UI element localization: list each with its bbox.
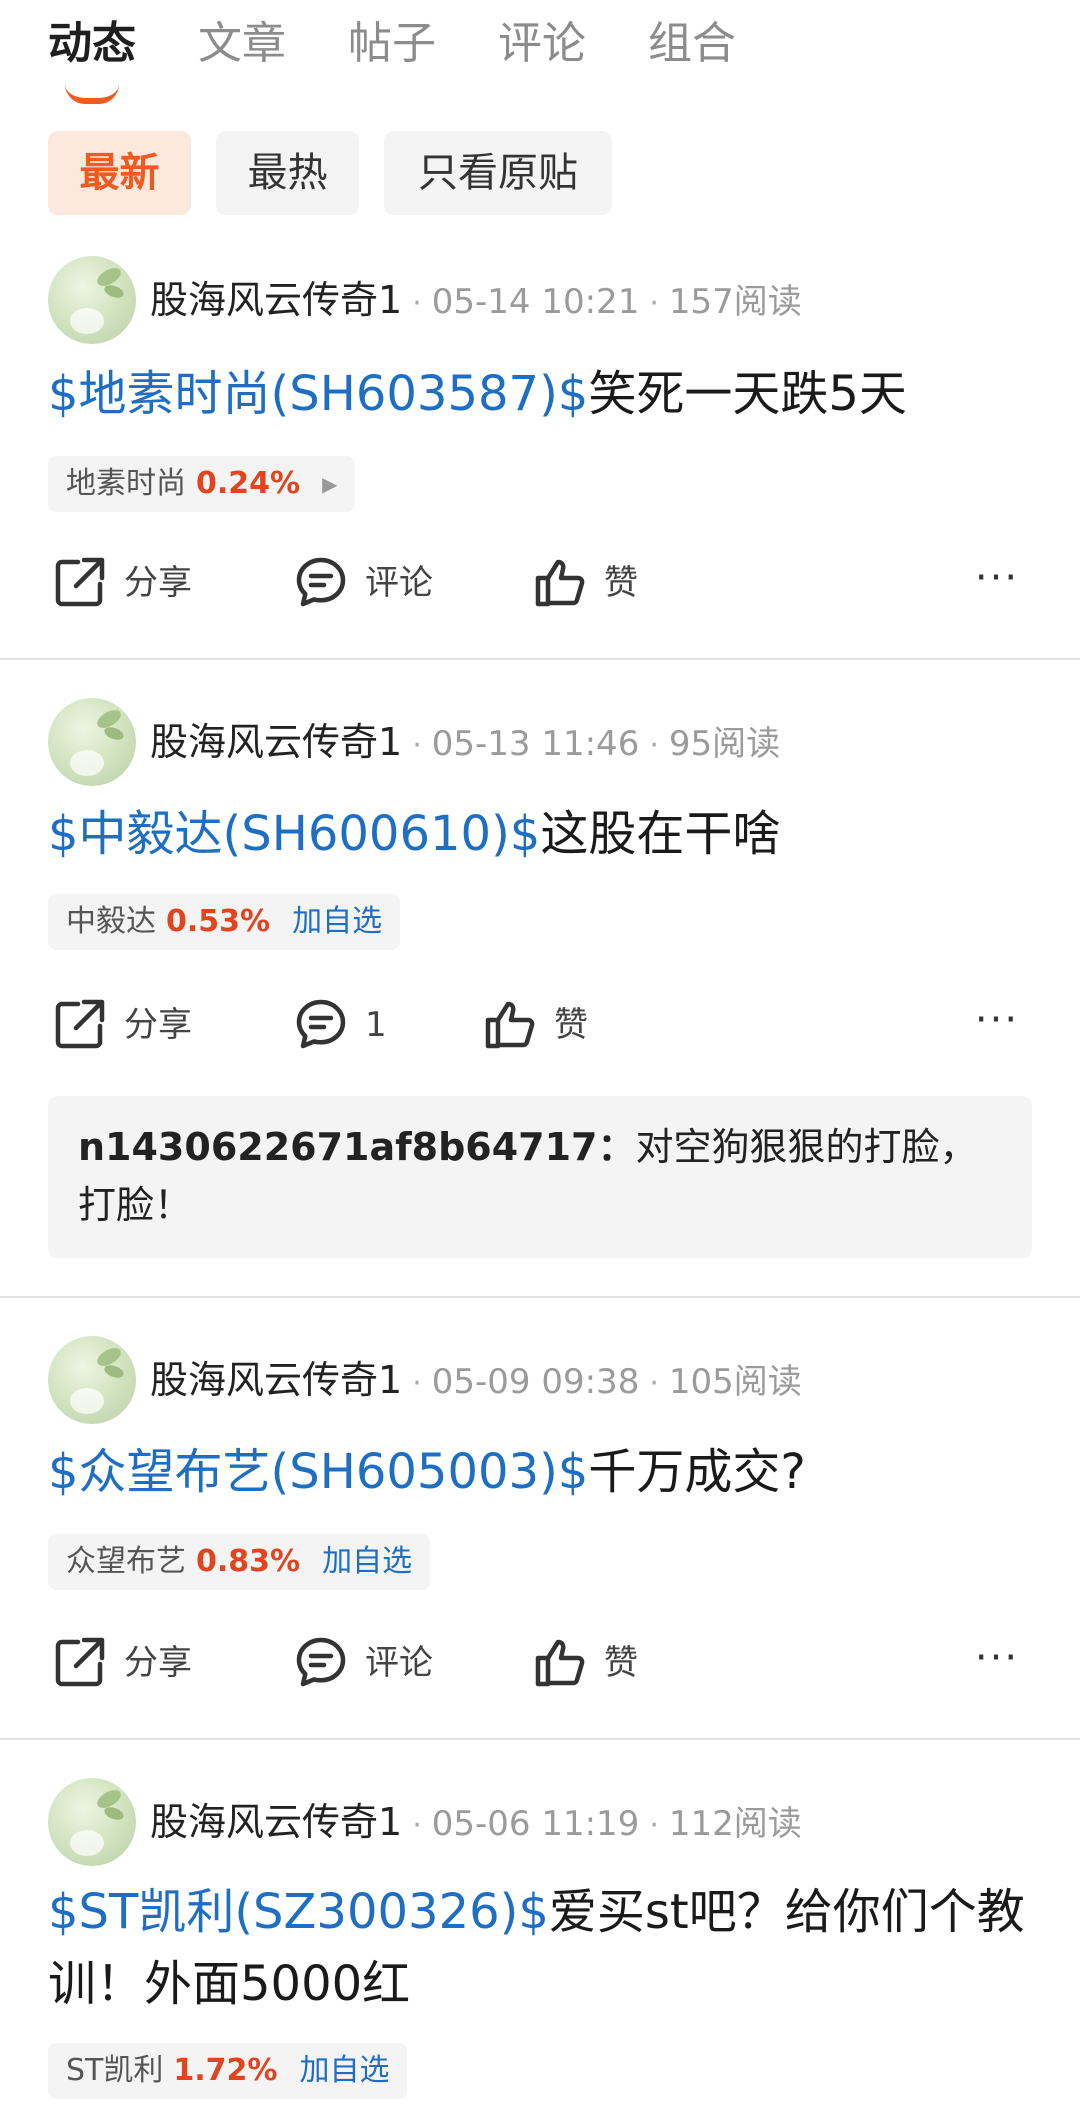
author-name[interactable]: 股海风云传奇1 <box>150 720 402 764</box>
separator: · <box>412 1366 422 1401</box>
tab-dynamics[interactable]: 动态 <box>48 14 136 74</box>
add-watchlist-button[interactable]: 加自选 <box>292 904 382 939</box>
quote-change: 0.24% <box>196 466 301 501</box>
post-card[interactable]: 股海风云传奇1 · 05-13 11:46 · 95阅读 $中毅达(SH600610)$… <box>0 660 1080 1298</box>
post-time: 05-06 11:19 <box>431 1804 640 1844</box>
tab-portfolios[interactable]: 组合 <box>648 14 736 74</box>
post-card[interactable]: 股海风云传奇1 · 05-14 10:21 · 157阅读 $地素时尚(SH603587… <box>0 228 1080 660</box>
stock-quote-chip[interactable]: 中毅达 0.53% 加自选 <box>48 894 401 950</box>
tab-posts[interactable]: 帖子 <box>348 14 436 74</box>
separator: · <box>412 1808 422 1843</box>
quote-name: 众望布艺 <box>66 1544 186 1579</box>
play-arrow-icon: ▶ <box>322 472 338 496</box>
profile-tabs: 动态 文章 帖子 评论 组合 <box>0 0 1080 110</box>
quote-change: 0.53% <box>166 904 271 939</box>
post-text[interactable]: $众望布艺(SH605003)$千万成交? <box>48 1436 1028 1508</box>
separator: · <box>649 1366 659 1401</box>
filter-hot[interactable]: 最热 <box>216 131 359 215</box>
commenter-name[interactable]: n1430622671af8b64717： <box>78 1125 635 1169</box>
read-count: 157阅读 <box>668 282 802 322</box>
stock-link[interactable]: $地素时尚(SH603587)$ <box>48 366 588 422</box>
add-watchlist-button[interactable]: 加自选 <box>299 2053 389 2088</box>
stock-link[interactable]: $众望布艺(SH605003)$ <box>48 1444 588 1500</box>
like-label: 赞 <box>604 1643 638 1683</box>
quote-change: 0.83% <box>196 1544 301 1579</box>
thumbs-up-icon <box>485 1001 535 1049</box>
avatar[interactable] <box>48 1336 136 1424</box>
tab-comments[interactable]: 评论 <box>498 14 586 74</box>
post-meta: 股海风云传奇1 · 05-09 09:38 · 105阅读 <box>150 1350 802 1410</box>
author-name[interactable]: 股海风云传奇1 <box>150 278 402 322</box>
read-count: 105阅读 <box>668 1362 802 1402</box>
filter-latest[interactable]: 最新 <box>48 131 191 215</box>
action-bar: 分享 评论 赞 ··· <box>0 548 1080 618</box>
share-label: 分享 <box>124 563 192 603</box>
post-text[interactable]: $地素时尚(SH603587)$笑死一天跌5天 <box>48 358 1028 430</box>
like-label: 赞 <box>604 563 638 603</box>
stock-quote-chip[interactable]: ST凯利 1.72% 加自选 <box>48 2043 408 2099</box>
stock-quote-chip[interactable]: 地素时尚 0.24% ▶ <box>48 456 356 512</box>
author-name[interactable]: 股海风云传奇1 <box>150 1358 402 1402</box>
separator: · <box>649 286 659 321</box>
post-body: 千万成交? <box>588 1444 806 1500</box>
like-label: 赞 <box>554 1005 588 1045</box>
share-icon <box>55 999 105 1049</box>
post-text[interactable]: $中毅达(SH600610)$这股在干啥 <box>48 798 1028 870</box>
filter-original-only[interactable]: 只看原贴 <box>384 131 612 215</box>
stock-quote-chip[interactable]: 众望布艺 0.83% 加自选 <box>48 1534 431 1590</box>
separator: · <box>412 286 422 321</box>
read-count: 112阅读 <box>668 1804 802 1844</box>
comment-icon <box>296 1637 346 1687</box>
comment-label: 评论 <box>365 1643 433 1683</box>
action-bar: 分享 评论 赞 ··· <box>0 1628 1080 1698</box>
post-text[interactable]: $ST凯利(SZ300326)$爱买st吧？给你们个教训！外面5000红 <box>48 1876 1028 2020</box>
comment-icon <box>296 557 346 607</box>
post-time: 05-13 11:46 <box>431 724 640 764</box>
add-watchlist-button[interactable]: 加自选 <box>322 1544 412 1579</box>
share-label: 分享 <box>124 1005 192 1045</box>
stock-link[interactable]: $ST凯利(SZ300326)$ <box>48 1884 549 1940</box>
post-meta: 股海风云传奇1 · 05-13 11:46 · 95阅读 <box>150 712 780 772</box>
avatar[interactable] <box>48 256 136 344</box>
comment-label: 评论 <box>365 563 433 603</box>
share-icon <box>55 1637 105 1687</box>
filter-bar: 最新 最热 只看原贴 <box>0 110 1080 228</box>
avatar[interactable] <box>48 698 136 786</box>
read-count: 95阅读 <box>668 724 781 764</box>
comment-icon <box>296 999 346 1049</box>
share-icon <box>55 557 105 607</box>
quote-name: 地素时尚 <box>66 466 186 501</box>
more-options-icon[interactable]: ··· <box>970 548 1024 618</box>
post-time: 05-09 09:38 <box>431 1362 640 1402</box>
separator: · <box>649 728 659 763</box>
active-tab-indicator <box>65 84 119 104</box>
stock-link[interactable]: $中毅达(SH600610)$ <box>48 806 540 862</box>
quote-name: ST凯利 <box>66 2053 164 2088</box>
post-card[interactable]: 股海风云传奇1 · 05-09 09:38 · 105阅读 $众望布艺(SH605003… <box>0 1298 1080 1740</box>
more-options-icon[interactable]: ··· <box>970 990 1024 1060</box>
post-body: 这股在干啥 <box>540 806 781 862</box>
thumbs-up-icon <box>535 559 585 607</box>
comment-preview[interactable]: n1430622671af8b64717：对空狗狠狠的打脸，打脸！ <box>48 1096 1032 1258</box>
post-meta: 股海风云传奇1 · 05-06 11:19 · 112阅读 <box>150 1792 802 1852</box>
tab-articles[interactable]: 文章 <box>198 14 286 74</box>
more-options-icon[interactable]: ··· <box>970 1628 1024 1698</box>
thumbs-up-icon <box>535 1639 585 1687</box>
post-meta: 股海风云传奇1 · 05-14 10:21 · 157阅读 <box>150 270 802 330</box>
share-label: 分享 <box>124 1643 192 1683</box>
separator: · <box>412 728 422 763</box>
post-time: 05-14 10:21 <box>431 282 640 322</box>
avatar[interactable] <box>48 1778 136 1866</box>
author-name[interactable]: 股海风云传奇1 <box>150 1800 402 1844</box>
comment-count: 1 <box>365 1005 387 1045</box>
post-body: 笑死一天跌5天 <box>588 366 907 422</box>
quote-change: 1.72% <box>173 2053 278 2088</box>
quote-name: 中毅达 <box>66 904 156 939</box>
action-bar: 分享 1 赞 ··· <box>0 990 1080 1060</box>
post-card[interactable]: 股海风云传奇1 · 05-06 11:19 · 112阅读 $ST凯利(SZ300326… <box>0 1740 1080 2120</box>
separator: · <box>649 1808 659 1843</box>
